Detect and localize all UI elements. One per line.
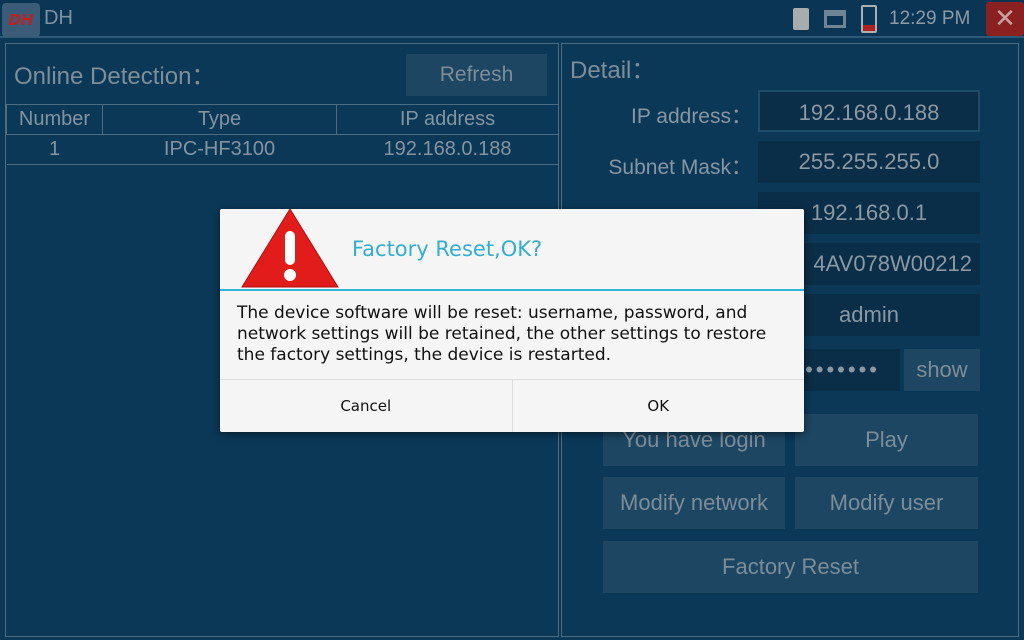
dialog-title: Factory Reset,OK? [352, 237, 543, 261]
device-table: Number Type IP address 1 IPC-HF3100 192.168.… [6, 104, 559, 165]
cell-number: 1 [6, 134, 103, 165]
detail-title: Detail： [570, 57, 656, 84]
battery-low-icon [861, 5, 877, 33]
modify-user-button[interactable]: Modify user [795, 477, 978, 529]
status-bar: DH DH 12:29 PM ✕ [0, 0, 1024, 38]
column-type: Type [102, 104, 337, 135]
app-logo[interactable]: DH [2, 3, 40, 37]
network-icon [824, 10, 846, 28]
ip-field[interactable]: 192.168.0.188 [758, 90, 980, 132]
cell-ip: 192.168.0.188 [336, 134, 559, 165]
table-row[interactable]: 1 IPC-HF3100 192.168.0.188 [6, 134, 559, 165]
dialog-buttons: Cancel OK [220, 379, 804, 432]
column-ip: IP address [336, 104, 559, 135]
factory-reset-dialog: Factory Reset,OK? The device software wi… [220, 208, 804, 432]
warning-icon [241, 208, 339, 288]
app-title: DH [44, 7, 73, 29]
refresh-button[interactable]: Refresh [406, 54, 547, 96]
show-password-button[interactable]: show [904, 349, 980, 391]
dialog-divider [220, 289, 804, 291]
cell-type: IPC-HF3100 [102, 134, 337, 165]
subnet-mask-field[interactable]: 255.255.255.0 [758, 141, 980, 183]
play-button[interactable]: Play [795, 414, 978, 466]
sd-card-icon [793, 8, 809, 30]
column-number: Number [6, 104, 103, 135]
ip-label: IP address： [630, 105, 752, 128]
clock: 12:29 PM [889, 8, 971, 29]
online-detection-title: Online Detection： [14, 63, 216, 90]
close-icon[interactable]: ✕ [986, 2, 1024, 36]
cancel-button[interactable]: Cancel [220, 380, 513, 432]
factory-reset-button[interactable]: Factory Reset [603, 541, 978, 593]
ok-button[interactable]: OK [513, 380, 805, 432]
modify-network-button[interactable]: Modify network [603, 477, 785, 529]
dialog-message: The device software will be reset: usern… [237, 303, 767, 365]
subnet-mask-label: Subnet Mask： [608, 156, 752, 179]
